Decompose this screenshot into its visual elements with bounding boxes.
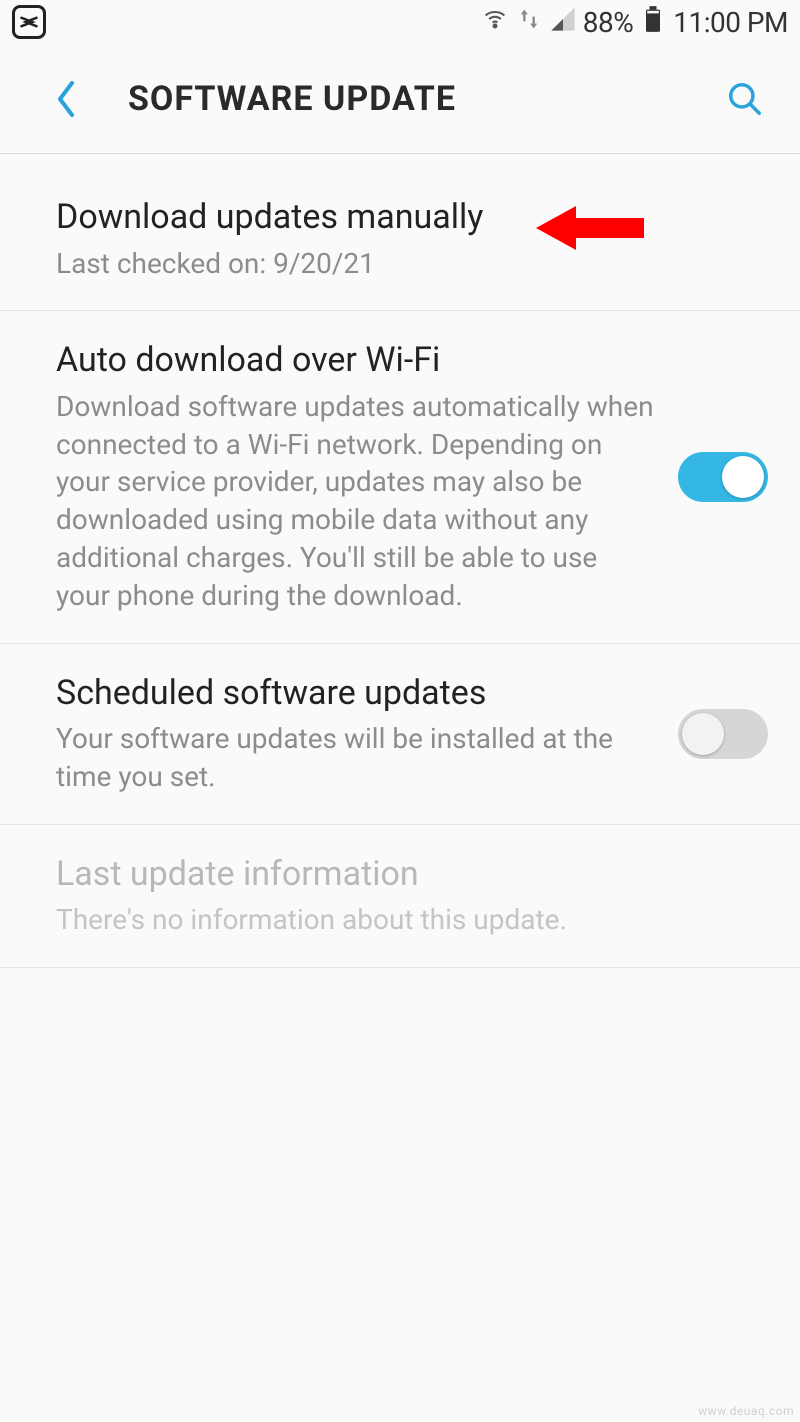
wifi-icon [481,5,509,40]
row-title: Last update information [56,853,748,896]
search-button[interactable] [720,74,770,124]
clock: 11:00 PM [673,6,788,39]
android-status-bar: 88% 11:00 PM [0,0,800,44]
data-arrows-icon [515,5,543,40]
row-subtitle: Last checked on: 9/20/21 [56,245,748,283]
battery-percentage: 88% [583,6,633,39]
battery-icon [639,5,667,40]
row-title: Scheduled software updates [56,672,658,715]
search-icon [726,80,764,118]
settings-list: Download updates manually Last checked o… [0,154,800,968]
row-title: Download updates manually [56,196,748,239]
toggle-knob [722,456,764,498]
auto-download-toggle[interactable] [678,452,768,502]
row-subtitle: Your software updates will be installed … [56,720,658,796]
auto-download-wifi[interactable]: Auto download over Wi-Fi Download softwa… [0,311,800,643]
download-updates-manually[interactable]: Download updates manually Last checked o… [0,154,800,311]
last-update-information: Last update information There's no infor… [0,825,800,968]
capcut-icon [12,5,46,39]
status-left [12,5,46,39]
back-button[interactable] [44,77,88,121]
row-title: Auto download over Wi-Fi [56,339,658,382]
signal-icon [549,5,577,40]
app-bar: SOFTWARE UPDATE [0,44,800,154]
scheduled-software-updates[interactable]: Scheduled software updates Your software… [0,644,800,825]
toggle-knob [682,713,724,755]
row-subtitle: Download software updates automatically … [56,388,658,615]
row-subtitle: There's no information about this update… [56,901,748,939]
page-title: SOFTWARE UPDATE [128,79,720,119]
chevron-left-icon [53,79,79,119]
scheduled-updates-toggle[interactable] [678,709,768,759]
status-right: 88% 11:00 PM [481,5,788,40]
watermark: www.deuaq.com [698,1404,794,1418]
